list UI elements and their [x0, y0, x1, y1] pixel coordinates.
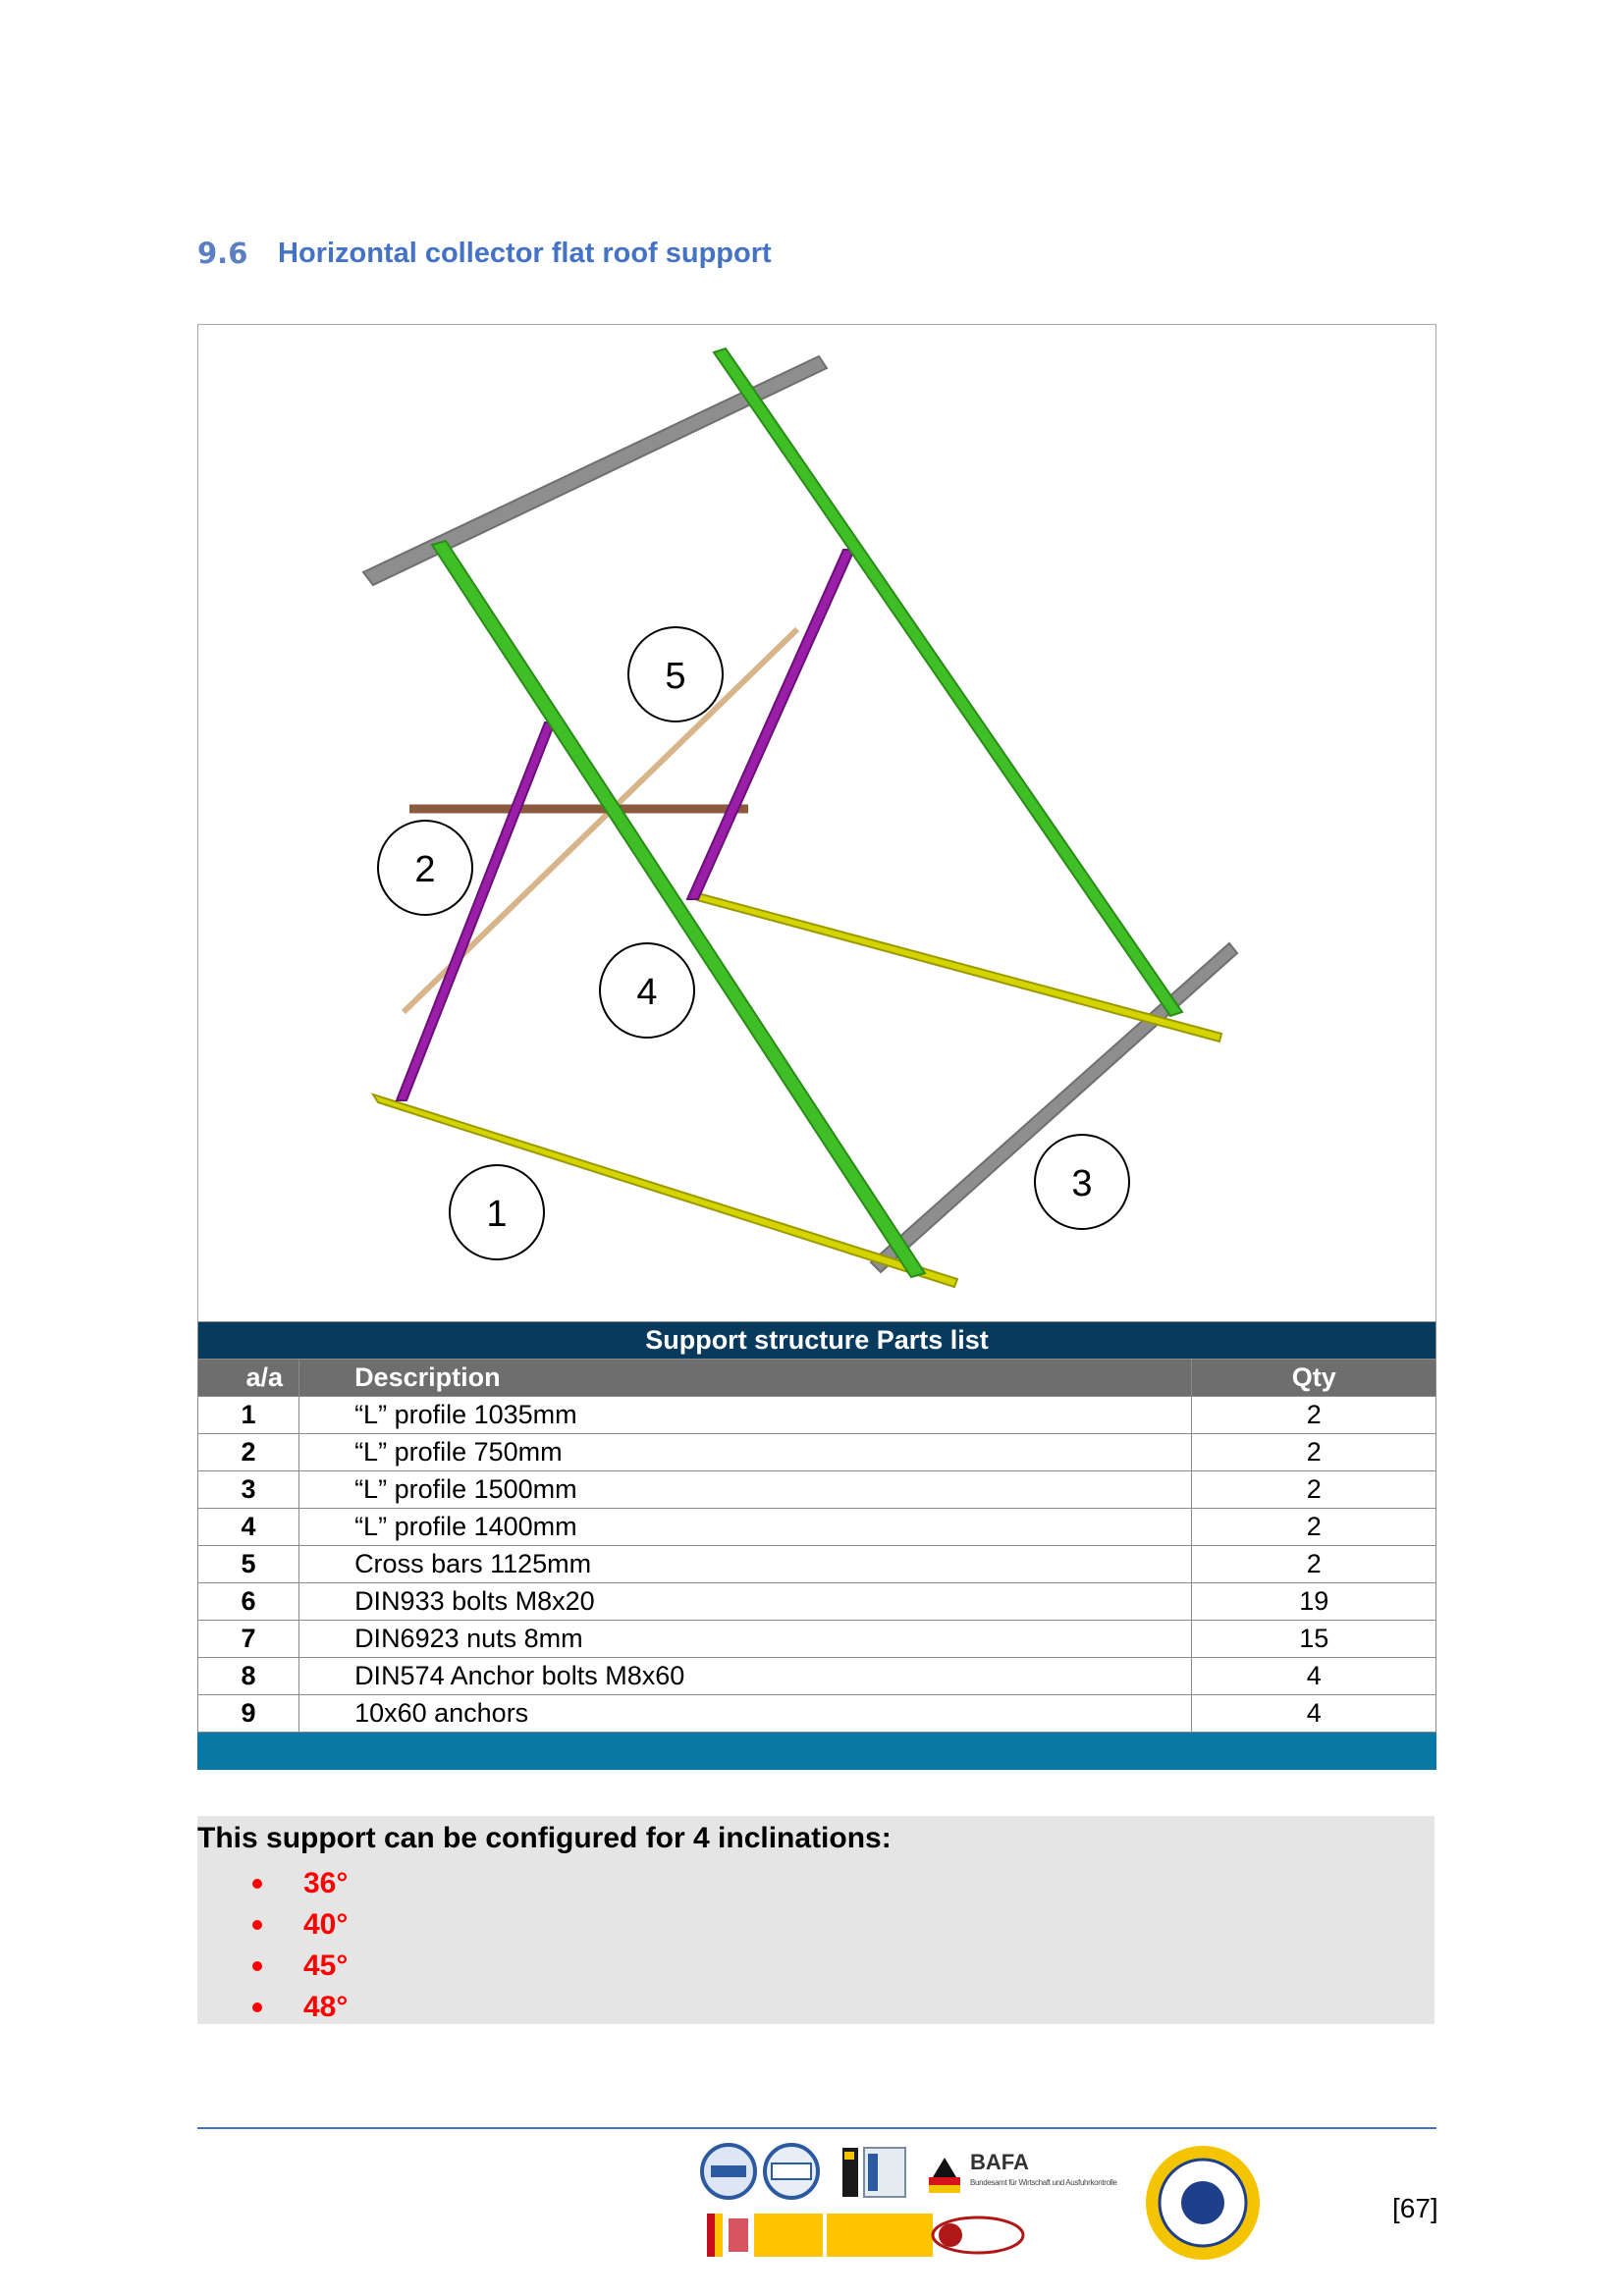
row-qty: 19 [1191, 1582, 1436, 1621]
callout-4: 4 [599, 942, 695, 1039]
row-qty: 2 [1191, 1396, 1436, 1434]
epsilon-logo-icon [842, 2148, 858, 2197]
bafa-sublabel: Bundesamt für Wirtschaft und Ausfuhrkont… [970, 2178, 1118, 2187]
bafa-label: BAFA [970, 2150, 1029, 2174]
row-description: “L” profile 750mm [298, 1433, 1193, 1471]
page-number: [67] [1392, 2193, 1438, 2223]
inclination-value: 45° [303, 1949, 349, 1982]
row-aa: 3 [196, 1470, 300, 1509]
callout-1-label: 1 [486, 1194, 507, 1235]
top-l-profile [361, 354, 829, 587]
list-item: 36° [197, 1863, 348, 1904]
row-qty: 2 [1191, 1433, 1436, 1471]
rear-leg-right [685, 549, 856, 900]
row-aa: 9 [196, 1694, 300, 1733]
bullet-icon [252, 1879, 262, 1889]
inclination-value: 40° [303, 1908, 349, 1941]
certification-logos: BAFA Bundesamt für Wirtschaft und Ausfuh… [700, 2143, 1260, 2260]
row-qty: 4 [1191, 1694, 1436, 1733]
section-heading: 9.6 Horizontal collector flat roof suppo… [197, 234, 772, 273]
callout-3: 3 [1034, 1134, 1130, 1230]
parts-table: Support structure Parts list a/a Descrip… [196, 1321, 1436, 1770]
support-structure-drawing: 5 2 4 1 3 [361, 347, 1239, 1289]
spain-government-logo-icon [707, 2214, 933, 2257]
row-aa: 1 [196, 1396, 300, 1434]
row-aa: 4 [196, 1508, 300, 1546]
row-description: DIN574 Anchor bolts M8x60 [298, 1657, 1193, 1695]
callout-5: 5 [627, 626, 724, 722]
callout-5-label: 5 [665, 656, 685, 697]
callout-1: 1 [449, 1164, 545, 1260]
list-item: 45° [197, 1946, 348, 1987]
row-description: “L” profile 1035mm [298, 1396, 1193, 1434]
row-aa: 6 [196, 1582, 300, 1621]
bafa-logo-icon [929, 2158, 960, 2193]
inclinations-intro: This support can be configured for 4 inc… [197, 1822, 892, 1854]
list-item: 48° [197, 1987, 348, 2028]
row-description: “L” profile 1500mm [298, 1470, 1193, 1509]
institute-logo-icon [863, 2147, 906, 2198]
row-qty: 4 [1191, 1657, 1436, 1695]
table-row: 2 “L” profile 750mm 2 [196, 1433, 1436, 1471]
ies-logo-icon [931, 2216, 1025, 2255]
row-qty: 15 [1191, 1620, 1436, 1658]
parts-table-footer-bar [197, 1732, 1436, 1770]
row-aa: 5 [196, 1545, 300, 1583]
table-row: 4 “L” profile 1400mm 2 [196, 1508, 1436, 1546]
parts-table-caption-row: Support structure Parts list [197, 1321, 1436, 1360]
table-row: 5 Cross bars 1125mm 2 [196, 1545, 1436, 1583]
callout-3-label: 3 [1071, 1163, 1092, 1204]
row-aa: 8 [196, 1657, 300, 1695]
dgf-logo-icon [700, 2143, 757, 2200]
callout-2-label: 2 [414, 849, 435, 890]
section-title: Horizontal collector flat roof support [278, 237, 772, 269]
inclinations-note: This support can be configured for 4 inc… [197, 1816, 1435, 2024]
row-aa: 7 [196, 1620, 300, 1658]
parts-table-caption: Support structure Parts list [197, 1321, 1436, 1360]
inclinations-list: 36° 40° 45° 48° [197, 1863, 348, 2028]
row-description: DIN6923 nuts 8mm [298, 1620, 1193, 1658]
table-row: 8 DIN574 Anchor bolts M8x60 4 [196, 1657, 1436, 1695]
callout-2: 2 [377, 820, 473, 916]
inclination-value: 36° [303, 1867, 349, 1899]
row-qty: 2 [1191, 1545, 1436, 1583]
list-item: 40° [197, 1904, 348, 1946]
row-description: DIN933 bolts M8x20 [298, 1582, 1193, 1621]
header-aa: a/a [196, 1359, 300, 1397]
table-row: 6 DIN933 bolts M8x20 19 [196, 1582, 1436, 1621]
csk-logo-icon [763, 2143, 820, 2200]
table-row: 9 10x60 anchors 4 [196, 1694, 1436, 1733]
support-structure-figure: 5 2 4 1 3 [197, 324, 1436, 1321]
header-qty: Qty [1191, 1359, 1436, 1397]
row-description: “L” profile 1400mm [298, 1508, 1193, 1546]
row-description: 10x60 anchors [298, 1694, 1193, 1733]
bullet-icon [252, 1961, 262, 1971]
header-description: Description [298, 1359, 1193, 1397]
row-qty: 2 [1191, 1470, 1436, 1509]
row-description: Cross bars 1125mm [298, 1545, 1193, 1583]
parts-table-footer-cell [197, 1732, 1436, 1770]
table-row: 7 DIN6923 nuts 8mm 15 [196, 1620, 1436, 1658]
bullet-icon [252, 2002, 262, 2012]
table-row: 3 “L” profile 1500mm 2 [196, 1470, 1436, 1509]
parts-table-header-row: a/a Description Qty [196, 1359, 1436, 1397]
inclination-value: 48° [303, 1991, 349, 2023]
bullet-icon [252, 1920, 262, 1930]
row-aa: 2 [196, 1433, 300, 1471]
section-number: 9.6 [197, 237, 248, 270]
row-qty: 2 [1191, 1508, 1436, 1546]
callout-4-label: 4 [636, 972, 657, 1013]
gscn-seal-icon [1146, 2146, 1260, 2260]
footer-divider [197, 2127, 1436, 2129]
table-row: 1 “L” profile 1035mm 2 [196, 1396, 1436, 1434]
